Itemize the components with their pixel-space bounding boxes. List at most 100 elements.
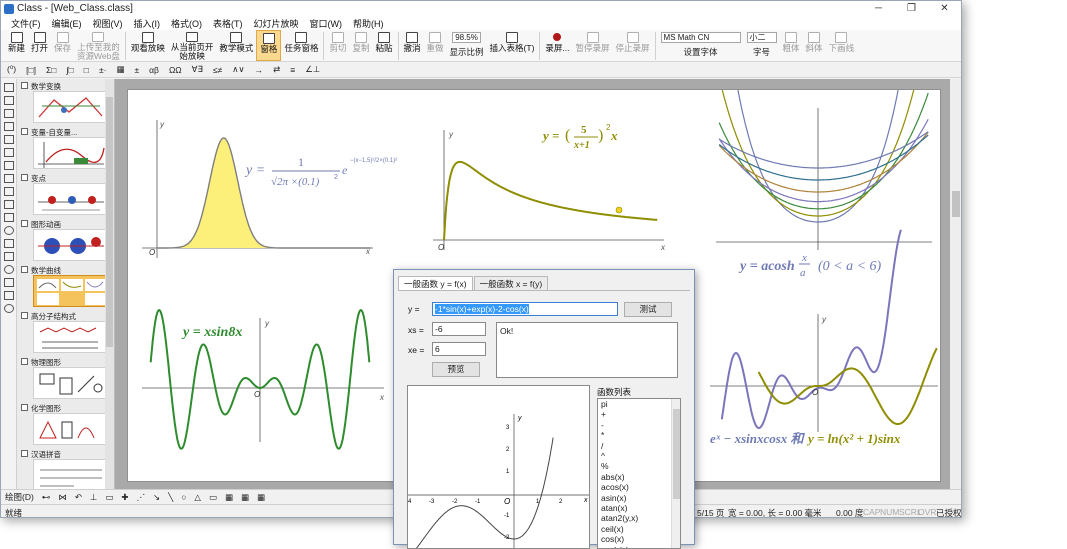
function-input[interactable]: -1*sin(x)+exp(x)-2-cos(x) xyxy=(432,302,618,316)
function-list-scrollbar[interactable] xyxy=(671,399,680,548)
insert-table-button[interactable]: 插入表格(T) xyxy=(487,30,538,61)
test-button[interactable]: 测试 xyxy=(624,302,672,317)
tool-eraser-icon[interactable] xyxy=(4,135,14,144)
draw-tool-4[interactable]: ⊥ xyxy=(90,492,97,503)
menu-insert[interactable]: 插入(I) xyxy=(134,17,161,30)
font-size-select[interactable]: 小二 xyxy=(746,32,777,43)
tab-x-of-y[interactable]: 一般函数 x = f(y) xyxy=(473,276,549,290)
fbar-double-arrow[interactable]: ⇄ xyxy=(273,64,280,75)
function-list-item[interactable]: * xyxy=(598,430,680,440)
scrollbar-thumb[interactable] xyxy=(673,409,680,499)
fbar-angle[interactable]: ∠⊥ xyxy=(305,64,320,75)
italic-button[interactable]: 斜体 xyxy=(803,30,826,61)
tool-select-icon[interactable] xyxy=(4,213,14,222)
function-list-item[interactable]: cosh(x) xyxy=(598,545,680,548)
draw-tool-8[interactable]: ↘ xyxy=(153,492,160,503)
draw-image-tool-3[interactable]: ▦ xyxy=(257,492,265,503)
show-from-current-button[interactable]: 从当前页开 始放映 xyxy=(168,30,217,61)
tool-brush-icon[interactable] xyxy=(4,109,14,118)
slide-item[interactable]: 化学图形 xyxy=(17,401,114,447)
draw-tool-2[interactable]: ⋈ xyxy=(58,492,67,503)
tool-hexagon-icon[interactable] xyxy=(4,278,14,287)
pause-record-button[interactable]: 暂停录屏 xyxy=(573,30,613,61)
menu-file[interactable]: 文件(F) xyxy=(11,17,41,30)
menu-format[interactable]: 格式(O) xyxy=(171,17,202,30)
slide-item[interactable]: 图形动画 xyxy=(17,217,114,263)
function-list-item[interactable]: ceil(x) xyxy=(598,524,680,534)
fbar-integral[interactable]: ∫□ xyxy=(66,65,73,75)
font-name-select[interactable]: MS Math CN xyxy=(660,32,741,43)
function-list-item[interactable]: asin(x) xyxy=(598,493,680,503)
xs-input[interactable]: -6 xyxy=(432,322,486,336)
fbar-plusminus[interactable]: ± xyxy=(134,65,139,75)
tool-marker-icon[interactable] xyxy=(4,122,14,131)
fbar-sum[interactable]: Σ□ xyxy=(46,65,56,75)
slide-item[interactable]: 变点 xyxy=(17,171,114,217)
draw-tool-3[interactable]: ↶ xyxy=(75,492,82,503)
slide-thumbnail[interactable] xyxy=(33,91,107,123)
bold-button[interactable]: 粗体 xyxy=(780,30,803,61)
function-list-item[interactable]: + xyxy=(598,409,680,419)
draw-triangle-tool[interactable]: △ xyxy=(194,492,201,503)
canvas-vertical-scrollbar[interactable] xyxy=(950,79,961,489)
draw-rect-tool[interactable]: ▭ xyxy=(209,492,217,503)
function-list-item[interactable]: atan(x) xyxy=(598,503,680,513)
stop-record-button[interactable]: 停止录屏 xyxy=(613,30,653,61)
fbar-greek-lower[interactable]: αβ xyxy=(149,65,159,75)
slide-thumbnail[interactable] xyxy=(33,137,107,169)
underline-button[interactable]: 下画线 xyxy=(826,30,858,61)
draw-image-tool-1[interactable]: ▦ xyxy=(225,492,233,503)
fbar-paren[interactable]: (⁰) xyxy=(7,64,16,75)
slide-item[interactable]: 变量-自变量... xyxy=(17,125,114,171)
fbar-plusdot[interactable]: ±· xyxy=(99,65,107,75)
maximize-button[interactable]: ❐ xyxy=(895,1,928,16)
menu-table[interactable]: 表格(T) xyxy=(213,17,243,30)
tool-line-icon[interactable] xyxy=(4,83,14,92)
slide-thumbnail[interactable] xyxy=(33,183,107,215)
slide-thumbnail[interactable] xyxy=(33,413,107,445)
set-font-label[interactable]: 设置字体 xyxy=(684,46,718,58)
slide-thumbnail[interactable] xyxy=(33,275,107,307)
slide-thumbnail[interactable] xyxy=(33,459,107,489)
draw-tool-7[interactable]: ⋰ xyxy=(137,492,146,503)
fbar-logic[interactable]: ∧∨ xyxy=(232,64,244,75)
cut-button[interactable]: 剪切 xyxy=(326,30,349,61)
tool-chem-icon[interactable] xyxy=(4,161,14,170)
menu-window[interactable]: 窗口(W) xyxy=(310,17,343,30)
slide-item[interactable]: 数学变换 xyxy=(17,79,114,125)
tool-circle-icon[interactable] xyxy=(4,226,14,235)
minimize-button[interactable]: ─ xyxy=(862,1,895,16)
menu-edit[interactable]: 编辑(E) xyxy=(52,17,82,30)
xsin8x-graph[interactable]: y x O y = xsin8x xyxy=(142,309,385,450)
tool-highlight-icon[interactable] xyxy=(4,148,14,157)
tool-ring-icon[interactable] xyxy=(4,265,14,274)
fbar-box[interactable]: □ xyxy=(84,65,89,75)
slide-panel-scrollbar[interactable] xyxy=(105,79,114,489)
copy-button[interactable]: 复制 xyxy=(349,30,372,61)
fbar-bracket[interactable]: [□] xyxy=(26,65,36,75)
fbar-matrix[interactable]: ▦ xyxy=(116,64,124,75)
function-list-item[interactable]: % xyxy=(598,461,680,471)
tool-text-icon[interactable] xyxy=(4,200,14,209)
tool-ellipse-icon[interactable] xyxy=(4,304,14,313)
slide-thumbnail[interactable] xyxy=(33,367,107,399)
tool-triangle-icon[interactable] xyxy=(4,239,14,248)
function-list-item[interactable]: ^ xyxy=(598,451,680,461)
function-list-item[interactable]: atan2(y,x) xyxy=(598,513,680,523)
teach-mode-button[interactable]: 教学模式 xyxy=(216,30,256,61)
paste-button[interactable]: 粘贴 xyxy=(372,30,395,61)
undo-button[interactable]: 撤消 xyxy=(401,30,424,61)
draw-image-tool-2[interactable]: ▦ xyxy=(241,492,249,503)
draw-menu[interactable]: 绘图(D) xyxy=(5,491,34,503)
function-list-item[interactable]: acos(x) xyxy=(598,482,680,492)
scrollbar-thumb[interactable] xyxy=(952,191,960,217)
fbar-quantifier[interactable]: ∀∃ xyxy=(192,64,203,75)
function-list-item[interactable]: / xyxy=(598,441,680,451)
function-list-item[interactable]: - xyxy=(598,420,680,430)
upload-button[interactable]: 上传至我的 资源Web盘 xyxy=(74,30,123,61)
open-button[interactable]: 打开 xyxy=(28,30,51,61)
function-list-item[interactable]: abs(x) xyxy=(598,472,680,482)
normal-distribution-graph[interactable]: y x O y = 1 √2π ×(0.1) 2 e −(x−1.5)²/2×(… xyxy=(142,120,397,258)
menu-help[interactable]: 帮助(H) xyxy=(353,17,384,30)
function-list-item[interactable]: pi xyxy=(598,399,680,409)
